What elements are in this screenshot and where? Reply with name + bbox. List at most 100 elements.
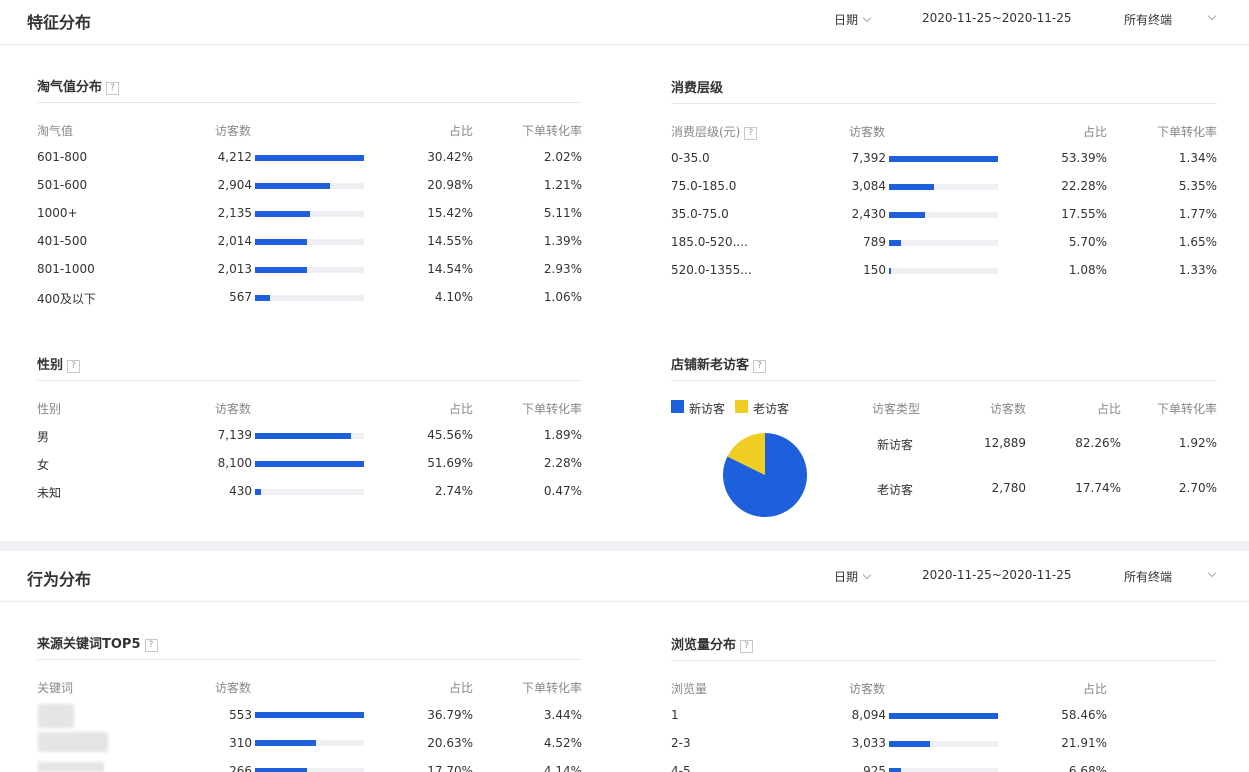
visitor-bar: [255, 155, 364, 161]
section-title: 行为分布: [27, 570, 92, 589]
col-header: 访客类型: [872, 402, 921, 416]
divider: [37, 380, 582, 381]
visitor-bar: [255, 712, 364, 718]
row-conv: 5.35%: [1178, 179, 1217, 193]
col-header: 下单转化率: [1156, 125, 1217, 139]
feature-header: 特征分布 日期 2020-11-25~2020-11-25 所有终端: [0, 0, 1249, 45]
row-label: 男: [37, 430, 50, 444]
col-header: 占比: [448, 402, 473, 416]
help-icon[interactable]: ?: [753, 360, 767, 373]
col-header: 淘气值: [37, 124, 74, 138]
chevron-down-icon[interactable]: [1207, 568, 1217, 578]
bar-track: [255, 183, 364, 189]
col-header: 下单转化率: [1156, 402, 1217, 416]
bar-track: [255, 740, 364, 746]
legend-swatch-old: [735, 400, 748, 413]
row-label: 185.0-520....: [671, 235, 748, 249]
date-select[interactable]: 日期: [834, 11, 872, 28]
divider: [37, 659, 582, 660]
redacted-keyword: [38, 704, 74, 728]
row-visitors: 2,014: [217, 234, 252, 248]
row-share: 6.68%: [1068, 764, 1107, 772]
row-visitors: 310: [229, 736, 252, 750]
col-header: 访客数: [989, 402, 1026, 416]
terminal-select[interactable]: 所有终端: [1124, 568, 1172, 585]
legend-label[interactable]: 新访客: [689, 400, 725, 417]
row-visitors: 150: [863, 263, 886, 277]
date-select[interactable]: 日期: [834, 568, 872, 585]
chevron-down-icon: [862, 570, 872, 580]
row-label: 新访客: [877, 438, 914, 452]
terminal-select[interactable]: 所有终端: [1124, 11, 1172, 28]
card-title: 浏览量分布?: [671, 634, 754, 653]
row-share: 58.46%: [1061, 708, 1107, 722]
redacted-keyword: [38, 732, 108, 752]
legend-label[interactable]: 老访客: [753, 400, 789, 417]
row-visitors: 567: [229, 290, 252, 304]
visitor-bar: [255, 489, 261, 495]
row-visitors: 8,100: [217, 456, 252, 470]
row-share: 15.42%: [427, 206, 473, 220]
chevron-down-icon[interactable]: [1207, 11, 1217, 21]
row-label: 520.0-1355...: [671, 263, 752, 277]
bar-track: [255, 155, 364, 161]
visitor-bar: [889, 768, 902, 772]
row-label: 1: [671, 708, 679, 722]
divider: [671, 380, 1217, 381]
row-visitors: 7,139: [217, 428, 252, 442]
chevron-down-icon: [862, 13, 872, 23]
col-header: 占比: [448, 124, 473, 138]
col-header: 访客数: [849, 682, 886, 696]
visitor-bar: [255, 183, 331, 189]
row-visitors: 7,392: [851, 151, 886, 165]
row-conv: 1.92%: [1178, 436, 1217, 450]
row-visitors: 553: [229, 708, 252, 722]
col-header: 访客数: [849, 125, 886, 139]
col-header: 占比: [1082, 682, 1107, 696]
row-share: 20.98%: [427, 178, 473, 192]
row-share: 4.10%: [434, 290, 473, 304]
row-label: 1000+: [37, 206, 78, 220]
row-visitors: 266: [229, 764, 252, 772]
date-range[interactable]: 2020-11-25~2020-11-25: [922, 568, 1072, 582]
bar-track: [889, 713, 998, 719]
row-conv: 4.52%: [543, 736, 582, 750]
row-label: 老访客: [877, 483, 914, 497]
row-conv: 1.33%: [1178, 263, 1217, 277]
row-visitors: 2,430: [851, 207, 886, 221]
legend-swatch-new: [671, 400, 684, 413]
card-title: 淘气值分布?: [37, 76, 120, 95]
row-label: 未知: [37, 486, 62, 500]
visitor-pie-chart: [723, 433, 807, 517]
help-icon[interactable]: ?: [740, 640, 754, 653]
bar-track: [255, 712, 364, 718]
visitor-bar: [255, 267, 308, 273]
date-range[interactable]: 2020-11-25~2020-11-25: [922, 11, 1072, 25]
col-header: 下单转化率: [521, 402, 582, 416]
row-label: 601-800: [37, 150, 88, 164]
row-label: 801-1000: [37, 262, 95, 276]
row-share: 1.08%: [1068, 263, 1107, 277]
help-icon[interactable]: ?: [67, 360, 81, 373]
behavior-header: 行为分布 日期 2020-11-25~2020-11-25 所有终端: [0, 557, 1249, 602]
bar-track: [255, 461, 364, 467]
help-icon[interactable]: ?: [106, 82, 120, 95]
visitor-bar: [255, 295, 270, 301]
row-visitors: 2,780: [991, 481, 1026, 495]
row-conv: 1.65%: [1178, 235, 1217, 249]
bar-track: [255, 295, 364, 301]
divider: [671, 103, 1217, 104]
bar-track: [889, 741, 998, 747]
col-header: 占比: [448, 681, 473, 695]
help-icon[interactable]: ?: [144, 639, 158, 652]
row-label: 35.0-75.0: [671, 207, 729, 221]
row-label: 501-600: [37, 178, 88, 192]
row-share: 14.54%: [427, 262, 473, 276]
col-header: 浏览量: [671, 682, 708, 696]
row-conv: 5.11%: [543, 206, 582, 220]
help-icon[interactable]: ?: [744, 127, 758, 140]
visitor-bar: [255, 211, 311, 217]
divider: [37, 102, 582, 103]
section-title: 特征分布: [27, 13, 92, 32]
bar-track: [255, 211, 364, 217]
